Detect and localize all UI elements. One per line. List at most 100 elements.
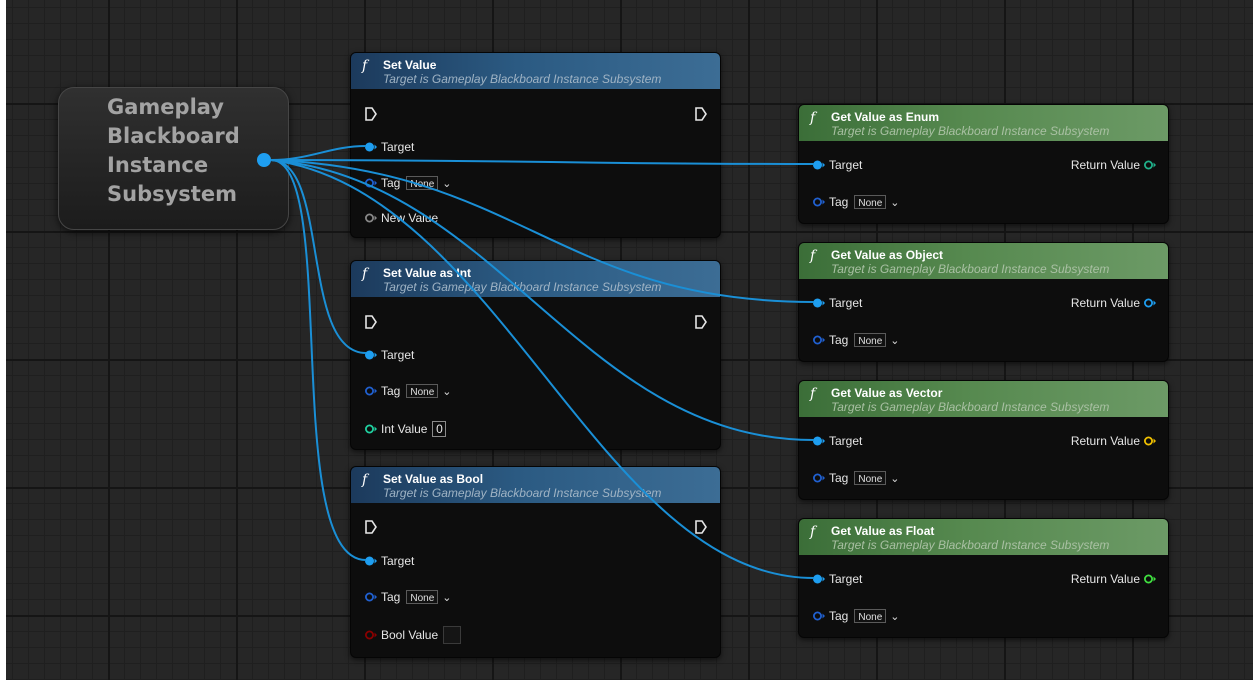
getter-output-pin[interactable] <box>257 153 271 167</box>
chevron-down-icon[interactable]: ⌄ <box>890 472 899 485</box>
tag-dropdown[interactable]: None <box>406 176 439 190</box>
tag-pin-icon[interactable] <box>365 592 377 602</box>
node-set-value-as-bool[interactable]: f Set Value as Bool Target is Gameplay B… <box>350 466 721 658</box>
tag-dropdown[interactable]: None <box>854 609 887 623</box>
node-subtitle: Target is Gameplay Blackboard Instance S… <box>831 262 1110 276</box>
tag-pin-row[interactable]: Tag None ⌄ <box>813 332 899 348</box>
return-value-pin-row[interactable]: Return Value <box>1071 295 1156 311</box>
tag-pin-icon[interactable] <box>813 335 825 345</box>
function-icon: f <box>810 386 816 402</box>
target-pin-row[interactable]: Target <box>813 433 862 449</box>
node-title: Get Value as Vector <box>831 386 943 400</box>
tag-label: Tag <box>829 609 849 623</box>
node-get-value-as-object[interactable]: f Get Value as Object Target is Gameplay… <box>798 242 1169 362</box>
target-pin-row[interactable]: Target <box>813 295 862 311</box>
target-pin-row[interactable]: Target <box>813 157 862 173</box>
target-pin-icon[interactable] <box>365 556 377 566</box>
int-value-input[interactable]: 0 <box>432 421 447 437</box>
node-get-value-as-vector[interactable]: f Get Value as Vector Target is Gameplay… <box>798 380 1169 500</box>
node-header[interactable]: f Set Value as Bool Target is Gameplay B… <box>351 467 720 503</box>
tag-dropdown[interactable]: None <box>406 384 439 398</box>
tag-label: Tag <box>829 471 849 485</box>
tag-pin-row[interactable]: Tag None ⌄ <box>365 589 451 605</box>
target-pin-row[interactable]: Target <box>365 347 414 363</box>
exec-in-pin-icon[interactable] <box>365 520 377 534</box>
target-pin-row[interactable]: Target <box>813 571 862 587</box>
node-header[interactable]: f Set Value Target is Gameplay Blackboar… <box>351 53 720 89</box>
exec-in-pin-icon[interactable] <box>365 315 377 329</box>
function-icon: f <box>362 266 368 282</box>
vector-return-pin-icon[interactable] <box>1144 436 1156 446</box>
node-get-value-as-float[interactable]: f Get Value as Float Target is Gameplay … <box>798 518 1169 638</box>
node-header[interactable]: f Get Value as Float Target is Gameplay … <box>799 519 1168 555</box>
target-label: Target <box>829 158 863 172</box>
node-get-value-as-enum[interactable]: f Get Value as Enum Target is Gameplay B… <box>798 104 1169 224</box>
tag-label: Tag <box>381 590 401 604</box>
subsystem-getter-node[interactable]: Gameplay Blackboard Instance Subsystem <box>58 87 289 230</box>
wildcard-pin-icon[interactable] <box>365 213 377 223</box>
tag-label: Tag <box>381 176 401 190</box>
node-title: Get Value as Float <box>831 524 935 538</box>
new-value-pin-row[interactable]: New Value <box>365 210 438 226</box>
exec-in-pin-icon[interactable] <box>365 107 377 121</box>
tag-pin-row[interactable]: Tag None ⌄ <box>813 194 899 210</box>
bool-pin-icon[interactable] <box>365 630 377 640</box>
return-value-label: Return Value <box>1070 158 1140 172</box>
tag-pin-row[interactable]: Tag None ⌄ <box>365 175 451 191</box>
getter-node-title: Gameplay Blackboard Instance Subsystem <box>107 95 240 206</box>
target-pin-icon[interactable] <box>365 142 377 152</box>
target-pin-icon[interactable] <box>813 160 825 170</box>
int-value-label: Int Value <box>381 422 428 436</box>
bool-value-checkbox[interactable] <box>443 626 462 644</box>
exec-out-pin-icon[interactable] <box>695 315 707 329</box>
int-value-pin-row[interactable]: Int Value 0 <box>365 421 447 437</box>
return-value-pin-row[interactable]: Return Value <box>1071 157 1156 173</box>
tag-dropdown[interactable]: None <box>854 333 887 347</box>
target-pin-icon[interactable] <box>813 574 825 584</box>
tag-pin-icon[interactable] <box>813 197 825 207</box>
chevron-down-icon[interactable]: ⌄ <box>442 591 451 604</box>
tag-dropdown[interactable]: None <box>854 195 887 209</box>
enum-return-pin-icon[interactable] <box>1144 160 1156 170</box>
chevron-down-icon[interactable]: ⌄ <box>442 385 451 398</box>
tag-dropdown[interactable]: None <box>406 590 439 604</box>
chevron-down-icon[interactable]: ⌄ <box>890 196 899 209</box>
node-set-value[interactable]: f Set Value Target is Gameplay Blackboar… <box>350 52 721 238</box>
node-header[interactable]: f Set Value as Int Target is Gameplay Bl… <box>351 261 720 297</box>
function-icon: f <box>810 524 816 540</box>
return-value-pin-row[interactable]: Return Value <box>1071 571 1156 587</box>
target-label: Target <box>381 140 415 154</box>
object-return-pin-icon[interactable] <box>1144 298 1156 308</box>
target-pin-icon[interactable] <box>813 298 825 308</box>
return-value-label: Return Value <box>1070 572 1140 586</box>
node-set-value-as-int[interactable]: f Set Value as Int Target is Gameplay Bl… <box>350 260 721 450</box>
tag-pin-icon[interactable] <box>365 386 377 396</box>
target-pin-row[interactable]: Target <box>365 553 414 569</box>
tag-pin-row[interactable]: Tag None ⌄ <box>813 470 899 486</box>
exec-out-pin-icon[interactable] <box>695 107 707 121</box>
tag-pin-icon[interactable] <box>365 178 377 188</box>
chevron-down-icon[interactable]: ⌄ <box>890 334 899 347</box>
tag-pin-icon[interactable] <box>813 473 825 483</box>
chevron-down-icon[interactable]: ⌄ <box>890 610 899 623</box>
node-header[interactable]: f Get Value as Enum Target is Gameplay B… <box>799 105 1168 141</box>
return-value-pin-row[interactable]: Return Value <box>1071 433 1156 449</box>
float-return-pin-icon[interactable] <box>1144 574 1156 584</box>
target-pin-icon[interactable] <box>813 436 825 446</box>
node-header[interactable]: f Get Value as Object Target is Gameplay… <box>799 243 1168 279</box>
target-pin-icon[interactable] <box>365 350 377 360</box>
target-label: Target <box>381 348 415 362</box>
tag-pin-row[interactable]: Tag None ⌄ <box>813 608 899 624</box>
tag-dropdown[interactable]: None <box>854 471 887 485</box>
node-header[interactable]: f Get Value as Vector Target is Gameplay… <box>799 381 1168 417</box>
node-subtitle: Target is Gameplay Blackboard Instance S… <box>383 72 662 86</box>
tag-pin-row[interactable]: Tag None ⌄ <box>365 383 451 399</box>
chevron-down-icon[interactable]: ⌄ <box>442 177 451 190</box>
bool-value-pin-row[interactable]: Bool Value <box>365 626 462 644</box>
target-label: Target <box>829 296 863 310</box>
tag-pin-icon[interactable] <box>813 611 825 621</box>
target-pin-row[interactable]: Target <box>365 139 414 155</box>
exec-out-pin-icon[interactable] <box>695 520 707 534</box>
target-label: Target <box>381 554 415 568</box>
int-pin-icon[interactable] <box>365 424 377 434</box>
